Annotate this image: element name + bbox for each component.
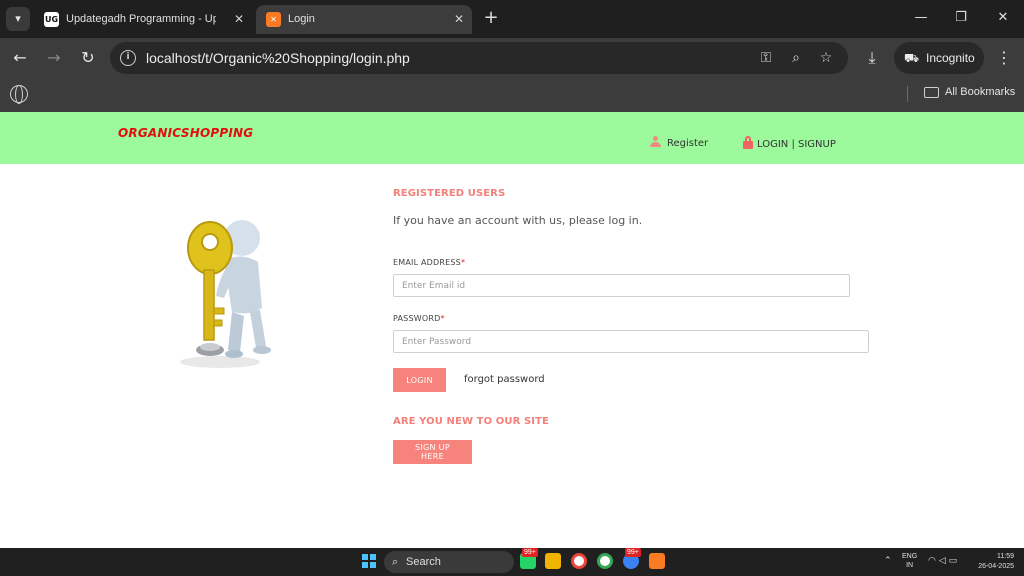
more-menu-icon[interactable]: ⋮ [992, 46, 1016, 70]
address-bar[interactable]: i localhost/t/Organic%20Shopping/login.p… [110, 42, 848, 74]
forward-icon[interactable]: → [42, 46, 66, 70]
browser-tab-strip: ▾ UG Updategadh Programming - Upda ✕ ✕ L… [0, 0, 1024, 38]
windows-start-icon[interactable] [362, 554, 376, 568]
zoom-icon[interactable]: ⌕ [784, 46, 808, 70]
taskbar-clock[interactable]: 11:59 26-04-2025 [974, 552, 1014, 572]
wifi-icon[interactable]: ◠ [928, 555, 939, 565]
web-page: ORGANICSHOPPING Register LOGIN | SIGNUP … [0, 112, 1024, 548]
xampp-favicon-icon: ✕ [266, 12, 281, 27]
chrome-icon[interactable] [571, 553, 587, 569]
site-info-icon[interactable]: i [120, 50, 136, 66]
signup-button[interactable]: SIGN UP HERE [393, 440, 472, 464]
incognito-label: Incognito [926, 51, 975, 65]
forgot-password-link[interactable]: forgot password [464, 374, 545, 385]
incognito-icon: ⛟ [904, 51, 920, 65]
search-icon: ⌕ [392, 556, 399, 568]
minimize-icon[interactable]: — [906, 6, 936, 30]
clock-time: 11:59 [997, 553, 1014, 560]
key-figure-illustration [180, 220, 271, 368]
password-input[interactable] [393, 330, 869, 353]
language-code: ENG [902, 553, 918, 560]
close-window-icon[interactable]: ✕ [988, 6, 1018, 30]
taskbar-search-label: Search [406, 556, 441, 568]
reload-icon[interactable]: ↻ [76, 46, 100, 70]
login-button[interactable]: LOGIN [393, 368, 446, 392]
registered-users-heading: REGISTERED USERS [393, 188, 506, 199]
close-tab-icon[interactable]: ✕ [234, 5, 244, 34]
new-tab-button[interactable]: + [480, 6, 502, 30]
required-mark: * [440, 314, 445, 323]
tab-login[interactable]: ✕ Login ✕ [256, 5, 472, 34]
close-tab-icon[interactable]: ✕ [454, 5, 464, 34]
language-indicator[interactable]: ENG IN [902, 552, 917, 570]
region-code: IN [906, 562, 914, 569]
login-signup-link[interactable]: LOGIN | SIGNUP [743, 136, 836, 150]
email-label: EMAIL ADDRESS* [393, 258, 465, 267]
updategadh-favicon-icon: UG [44, 12, 59, 27]
register-link[interactable]: Register [650, 136, 708, 149]
all-bookmarks-label: All Bookmarks [945, 86, 1016, 98]
address-url[interactable]: localhost/t/Organic%20Shopping/login.php [146, 42, 410, 74]
chrome-profile-icon[interactable] [597, 553, 613, 569]
password-label-text: PASSWORD [393, 314, 441, 323]
email-label-text: EMAIL ADDRESS [393, 258, 461, 267]
bookmark-star-icon[interactable]: ☆ [814, 46, 838, 70]
tab-search-button[interactable]: ▾ [6, 7, 30, 31]
folder-icon [924, 86, 939, 98]
login-intro-text: If you have an account with us, please l… [393, 214, 643, 227]
notification-badge: 99+ [625, 548, 641, 557]
bookmarks-divider [907, 86, 908, 102]
site-header: ORGANICSHOPPING Register LOGIN | SIGNUP [0, 112, 1024, 164]
globe-icon[interactable] [10, 85, 28, 104]
register-label: Register [667, 138, 709, 149]
tab-title: Updategadh Programming - Upda [66, 13, 216, 25]
required-mark: * [460, 258, 466, 267]
file-explorer-icon[interactable] [545, 553, 561, 569]
system-tray-icons[interactable]: ◠◁▭ [928, 555, 960, 566]
back-icon[interactable]: ← [8, 46, 32, 70]
tab-updategadh[interactable]: UG Updategadh Programming - Upda ✕ [34, 5, 252, 34]
restore-icon[interactable]: ❐ [946, 6, 976, 30]
downloads-icon[interactable]: ⤓ [860, 46, 884, 70]
incognito-indicator[interactable]: ⛟ Incognito [894, 42, 984, 74]
login-signup-label: LOGIN | SIGNUP [757, 139, 836, 150]
battery-icon[interactable]: ▭ [949, 555, 961, 565]
xampp-icon[interactable] [649, 553, 665, 569]
app-icon[interactable]: 99+ [623, 548, 641, 569]
whatsapp-icon[interactable]: 99+ [520, 548, 538, 569]
bookmarks-bar: All Bookmarks [0, 78, 1024, 112]
notification-badge: 99+ [522, 548, 538, 557]
email-input[interactable] [393, 274, 850, 297]
all-bookmarks-button[interactable]: All Bookmarks [924, 78, 1015, 112]
user-icon [650, 136, 661, 147]
volume-icon[interactable]: ◁ [939, 555, 949, 565]
clock-date: 26-04-2025 [978, 563, 1014, 570]
browser-toolbar: ← → ↻ i localhost/t/Organic%20Shopping/l… [0, 38, 1024, 78]
password-label: PASSWORD* [393, 314, 445, 323]
password-key-icon[interactable]: ⚿ [754, 46, 778, 70]
new-user-heading: ARE YOU NEW TO OUR SITE [393, 416, 549, 427]
show-hidden-icons-chevron-icon[interactable]: ⌃ [884, 555, 892, 566]
tab-title: Login [288, 13, 315, 25]
taskbar-search-box[interactable]: ⌕ Search [384, 551, 514, 573]
site-logo[interactable]: ORGANICSHOPPING [118, 126, 253, 140]
os-taskbar: ⌕ Search 99+ 99+ ⌃ ENG IN ◠◁▭ 11:59 26-0… [0, 548, 1024, 576]
lock-icon [743, 136, 753, 149]
